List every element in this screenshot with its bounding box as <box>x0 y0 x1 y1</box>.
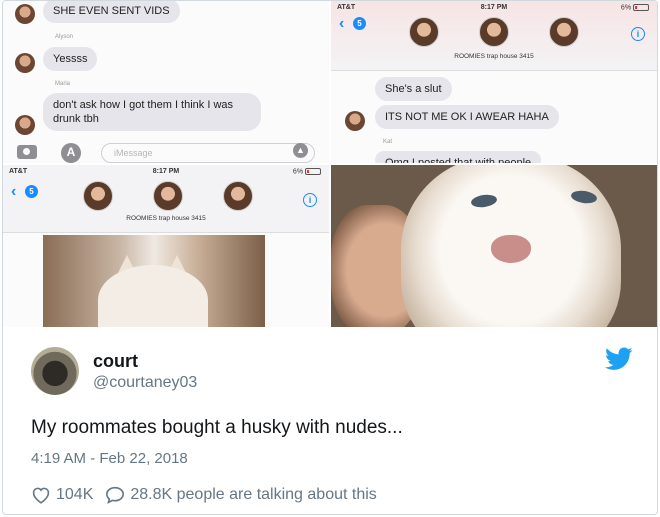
message-bubble: Yessss <box>43 47 98 71</box>
back-chevron-icon: ‹ <box>11 183 17 200</box>
talking-count: 28.8K people are talking about this <box>130 486 377 503</box>
sender-avatar <box>15 115 35 135</box>
contact-avatar <box>83 181 113 211</box>
tweet-timestamp[interactable]: 4:19 AM - Feb 22, 2018 <box>31 450 188 467</box>
tweet-text: My roommates bought a husky with nudes..… <box>31 417 403 438</box>
reply-conversation-link[interactable]: 28.8K people are talking about this <box>105 486 377 504</box>
author-avatar[interactable] <box>31 347 79 395</box>
author-handle[interactable]: @courtaney03 <box>93 374 197 392</box>
message-bubble: SHE EVEN SENT VIDS <box>43 1 180 23</box>
sender-name: Maria <box>55 81 71 87</box>
puppy-photo <box>98 265 208 327</box>
group-name: ROOMIES trap house 3415 <box>126 215 206 222</box>
message-composer: A iMessage ▲ <box>3 141 329 163</box>
info-icon: i <box>303 193 317 207</box>
battery-icon <box>633 4 649 11</box>
contact-avatar <box>409 17 439 47</box>
like-count: 104K <box>56 486 94 503</box>
info-icon: i <box>631 27 645 41</box>
microphone-icon: ▲ <box>293 143 308 158</box>
media-grid[interactable]: SHE EVEN SENT VIDS Alyson Yessss Maria d… <box>3 1 657 327</box>
husky-eye <box>570 189 598 205</box>
media-husky-photo[interactable] <box>331 165 657 327</box>
status-bar: AT&T 8:17 PM 6% <box>3 165 329 179</box>
back-chevron-icon: ‹ <box>339 15 345 32</box>
media-screenshot-2[interactable]: AT&T 8:17 PM 6% ‹ 5 i ROOMIES trap house… <box>331 1 657 163</box>
media-screenshot-3[interactable]: AT&T 8:17 PM 6% ‹ 5 i ROOMIES trap house… <box>3 165 329 327</box>
contact-avatar <box>223 181 253 211</box>
tweet-card[interactable]: SHE EVEN SENT VIDS Alyson Yessss Maria d… <box>2 0 658 515</box>
sender-avatar <box>15 53 35 73</box>
speech-bubble-icon <box>106 486 125 504</box>
husky-nose <box>491 235 531 263</box>
app-store-icon: A <box>61 143 81 163</box>
heart-icon <box>32 487 50 504</box>
status-bar: AT&T 8:17 PM 6% <box>331 1 657 15</box>
contact-avatar <box>549 17 579 47</box>
conversation-header: AT&T 8:17 PM 6% ‹ 5 i ROOMIES trap house… <box>331 1 657 71</box>
like-button[interactable]: 104K <box>31 486 93 504</box>
sender-avatar <box>15 4 35 24</box>
sender-name: Alyson <box>55 34 74 40</box>
contact-avatar <box>153 181 183 211</box>
camera-icon <box>17 145 37 159</box>
group-name: ROOMIES trap house 3415 <box>454 53 534 60</box>
twitter-bird-icon[interactable] <box>605 347 633 371</box>
message-bubble: ITS NOT ME OK I AWEAR HAHA <box>375 105 559 129</box>
message-bubble: She's a slut <box>375 77 452 101</box>
unread-badge: 5 <box>25 185 38 198</box>
contact-avatar <box>479 17 509 47</box>
message-bubble: Omg I posted that with people <box>375 151 542 163</box>
unread-badge: 5 <box>353 17 366 30</box>
message-bubble: don't ask how I got them I think I was d… <box>43 93 261 131</box>
author-name[interactable]: court <box>93 351 138 372</box>
sender-name: Kat <box>383 139 393 145</box>
battery-icon <box>305 168 321 175</box>
husky-eye <box>470 193 498 209</box>
tweet-actions: 104K 28.8K people are talking about this <box>31 484 389 506</box>
conversation-header: AT&T 8:17 PM 6% ‹ 5 i ROOMIES trap house… <box>3 165 329 233</box>
tweet-body: court @courtaney03 My roommates bought a… <box>3 327 657 514</box>
media-screenshot-1[interactable]: SHE EVEN SENT VIDS Alyson Yessss Maria d… <box>3 1 329 163</box>
sender-avatar <box>345 111 365 131</box>
husky-face <box>401 165 621 327</box>
imessage-field: iMessage <box>101 143 315 163</box>
